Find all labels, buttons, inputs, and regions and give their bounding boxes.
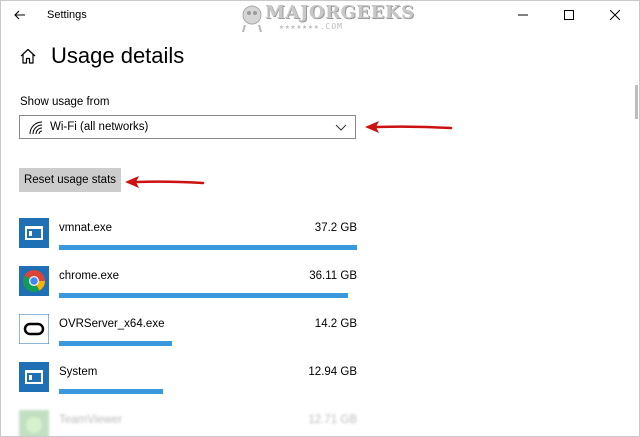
list-item[interactable]: chrome.exe 36.11 GB (19, 264, 359, 312)
app-name: chrome.exe (59, 270, 120, 282)
gear-mascot-icon (242, 5, 262, 33)
usage-bar (59, 341, 357, 346)
home-icon[interactable] (19, 47, 37, 65)
close-icon (610, 10, 620, 20)
settings-window: Settings MAJORGEEKS ★★★★★★★.COM Usage de… (0, 0, 640, 437)
teamviewer-icon (19, 410, 49, 436)
oculus-icon (19, 314, 49, 344)
list-item[interactable]: vmnat.exe 37.2 GB (19, 216, 359, 264)
app-data-size: 12.71 GB (308, 414, 357, 426)
app-window-icon (19, 218, 49, 248)
app-name: vmnat.exe (59, 222, 113, 234)
chrome-icon (19, 266, 49, 296)
app-usage-list: vmnat.exe 37.2 GB chrome.exe 36.11 GB OV… (19, 216, 359, 436)
usage-bar-fill (59, 245, 357, 250)
reset-usage-stats-button[interactable]: Reset usage stats (19, 168, 121, 192)
usage-bar-fill (59, 293, 349, 298)
app-name: TeamViewer (59, 414, 123, 426)
app-name: OVRServer_x64.exe (59, 318, 165, 330)
maximize-button[interactable] (546, 1, 592, 29)
usage-bar (59, 389, 357, 394)
list-item[interactable]: System 12.94 GB (19, 360, 359, 408)
minimize-icon (518, 14, 528, 16)
watermark-subtext: ★★★★★★★.COM (279, 22, 343, 31)
chevron-down-icon (335, 124, 347, 131)
network-dropdown[interactable]: Wi-Fi (all networks) (19, 115, 356, 139)
dropdown-selected-value: Wi-Fi (all networks) (50, 121, 149, 133)
app-data-size: 14.2 GB (314, 318, 357, 330)
list-item[interactable]: OVRServer_x64.exe 14.2 GB (19, 312, 359, 360)
usage-bar-fill (59, 341, 173, 346)
back-button[interactable] (1, 1, 39, 29)
window-title: Settings (47, 9, 87, 21)
close-button[interactable] (592, 1, 638, 29)
annotation-arrow (125, 176, 205, 188)
watermark-logo: MAJORGEEKS ★★★★★★★.COM (237, 1, 414, 35)
usage-bar (59, 245, 357, 250)
scrollbar-thumb[interactable] (635, 85, 638, 119)
list-item[interactable]: TeamViewer 12.71 GB (19, 408, 359, 436)
title-bar: Settings MAJORGEEKS ★★★★★★★.COM (1, 1, 639, 33)
usage-bar (59, 293, 357, 298)
maximize-icon (564, 10, 574, 20)
wifi-icon (29, 121, 43, 135)
show-usage-from-label: Show usage from (20, 96, 110, 108)
watermark-text: MAJORGEEKS (265, 2, 415, 23)
back-arrow-icon (14, 10, 25, 20)
annotation-arrow (365, 121, 453, 133)
app-data-size: 36.11 GB (309, 270, 357, 282)
app-name: System (59, 366, 98, 378)
minimize-button[interactable] (500, 1, 546, 29)
system-window-icon (19, 362, 49, 392)
page-title: Usage details (51, 43, 185, 68)
app-data-size: 37.2 GB (314, 222, 357, 234)
usage-bar-fill (59, 389, 164, 394)
app-data-size: 12.94 GB (308, 366, 357, 378)
